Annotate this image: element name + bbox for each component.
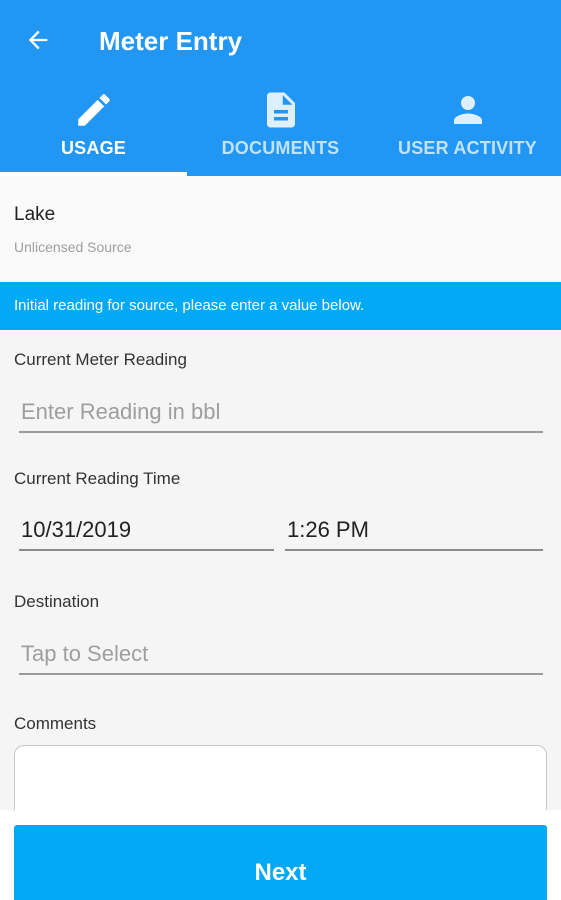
arrow-left-icon xyxy=(28,30,48,50)
reading-time-field[interactable]: 1:26 PM xyxy=(285,515,543,551)
tab-usage[interactable]: USAGE xyxy=(0,86,187,176)
info-banner: Initial reading for source, please enter… xyxy=(0,282,561,330)
page-title: Meter Entry xyxy=(99,26,243,56)
tab-user-activity[interactable]: USER ACTIVITY xyxy=(374,86,561,176)
footer-bar: Next xyxy=(0,810,561,900)
meter-entry-form: Current Meter Reading Enter Reading in b… xyxy=(0,330,561,845)
document-icon xyxy=(187,89,374,131)
next-button[interactable]: Next xyxy=(14,825,547,900)
tab-bar: USAGE DOCUMENTS USER ACTIVITY xyxy=(0,86,561,176)
source-info: Lake Unlicensed Source xyxy=(0,176,561,280)
back-button[interactable] xyxy=(20,22,56,58)
destination-select[interactable]: Tap to Select xyxy=(19,639,543,675)
reading-time-label: Current Reading Time xyxy=(14,469,181,488)
source-name: Lake xyxy=(14,204,56,225)
pencil-icon xyxy=(0,89,187,131)
reading-date-field[interactable]: 10/31/2019 xyxy=(19,515,274,551)
tab-user-activity-label: USER ACTIVITY xyxy=(398,138,537,158)
person-icon xyxy=(374,89,561,131)
comments-label: Comments xyxy=(14,714,97,733)
tab-documents[interactable]: DOCUMENTS xyxy=(187,86,374,176)
meter-reading-label: Current Meter Reading xyxy=(14,350,187,369)
tab-usage-label: USAGE xyxy=(60,138,126,158)
tab-documents-label: DOCUMENTS xyxy=(221,138,340,158)
meter-reading-input[interactable]: Enter Reading in bbl xyxy=(19,397,543,433)
app-bar: Meter Entry USAGE DOCUMENTS USER ACTIVIT… xyxy=(0,0,561,176)
destination-label: Destination xyxy=(14,592,100,611)
source-type: Unlicensed Source xyxy=(14,239,132,255)
